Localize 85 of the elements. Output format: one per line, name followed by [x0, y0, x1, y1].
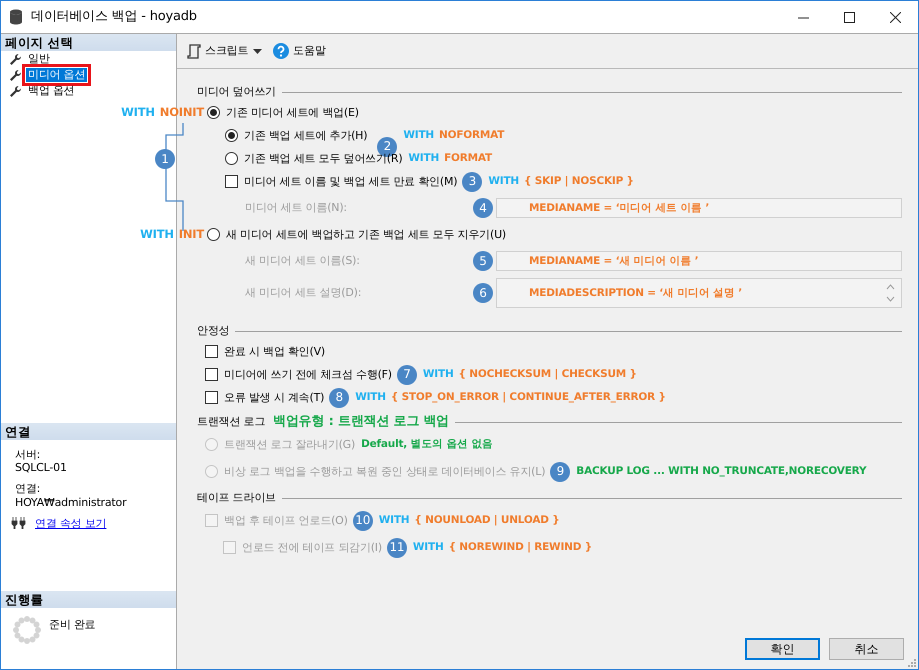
option-label[interactable]: 오류 발생 시 계속(T)	[224, 390, 324, 404]
radio-button[interactable]	[207, 228, 220, 241]
status-text: 준비 완료	[49, 618, 96, 633]
section-title: 미디어 덮어쓰기	[197, 85, 276, 99]
field-label: 새 미디어 세트 설명(D):	[245, 286, 362, 300]
annotation-text: MEDIANAME = ‘미디어 세트 이름 ’	[529, 202, 710, 214]
checkbox[interactable]	[205, 345, 218, 358]
scroll-icon	[187, 44, 201, 58]
annotation-text: WITH	[355, 391, 386, 404]
script-button[interactable]: 스크립트	[187, 44, 248, 58]
option-label[interactable]: 기존 미디어 세트에 백업(E)	[226, 106, 359, 120]
help-icon	[273, 43, 290, 59]
radio-button[interactable]	[225, 152, 238, 165]
page-item[interactable]: 미디어 옵션	[26, 68, 88, 82]
annotation-text: { NOCHECKSUM | CHECKSUM }	[458, 368, 637, 381]
plug-icon	[11, 517, 27, 530]
radio-button[interactable]	[207, 106, 220, 119]
wrench-icon	[9, 84, 22, 98]
annotation-text: WITH	[121, 106, 155, 120]
server-name: SQLCL-01	[15, 461, 68, 474]
section-title: 트랜잭션 로그	[197, 415, 266, 429]
annotation-text: { SKIP | NOSCKIP }	[524, 175, 634, 188]
resize-grip-icon	[908, 659, 916, 667]
option-label[interactable]: 미디어 세트 이름 및 백업 세트 만료 확인(M)	[244, 174, 458, 188]
annotation-text: NOFORMAT	[439, 129, 504, 142]
checkbox[interactable]	[205, 368, 218, 381]
option-label[interactable]: 기존 백업 세트에 추가(H)	[244, 128, 368, 142]
field-label: 미디어 세트 이름(N):	[245, 201, 347, 215]
annotation-text: WITH	[140, 228, 174, 242]
annotation-text: WITH	[488, 175, 519, 188]
wrench-icon	[9, 68, 22, 82]
wrench-icon	[9, 52, 22, 66]
database-icon	[9, 9, 23, 25]
annotation-text: MEDIANAME = ‘새 미디어 이름 ’	[529, 254, 698, 268]
field-label: 연결:	[15, 482, 42, 496]
annotation-text: BACKUP LOG ... WITH NO_TRUNCATE,NORECOVERY	[576, 465, 866, 478]
dialog-button[interactable]: 확인	[745, 638, 820, 660]
maximize-icon	[844, 12, 854, 22]
annotation-text: { STOP_ON_ERROR | CONTINUE_AFTER_ERROR }	[390, 391, 666, 404]
annotation-text: WITH	[403, 129, 434, 142]
callout-number: 4	[473, 198, 493, 218]
annotation-text: WITH	[378, 514, 410, 527]
annotation-text: 백업유형 : 트랜잭션 로그 백업	[273, 414, 450, 430]
checkbox[interactable]	[205, 391, 218, 404]
callout-number: 9	[550, 462, 570, 482]
annotation-text: FORMAT	[444, 152, 492, 165]
annotation-text: MEDIADESCRIPTION = ‘새 미디어 설명 ’	[529, 286, 742, 300]
callout-number: 10	[352, 510, 373, 530]
annotation-text: NOINIT	[160, 106, 204, 120]
callout-number: 7	[396, 364, 417, 384]
annotation-text: WITH	[422, 368, 454, 381]
section-title: 테이프 드라이브	[197, 491, 276, 505]
scroll-arrows-icon	[886, 282, 895, 304]
annotation-text: WITH	[408, 152, 440, 165]
caret-icon[interactable]	[253, 48, 262, 54]
section-title: 안정성	[197, 324, 230, 338]
callout-number: 6	[473, 283, 493, 303]
window-title: 데이터베이스 백업 - hoyadb	[31, 9, 197, 25]
annotation-text: WITH	[412, 541, 444, 554]
connection-properties-link[interactable]: 연결 속성 보기	[35, 516, 106, 530]
annotation-text: INIT	[178, 228, 204, 242]
option-label[interactable]: 새 미디어 세트에 백업하고 기존 백업 세트 모두 지우기(U)	[226, 228, 506, 242]
section-header: 페이지 선택	[1, 34, 176, 51]
callout-number: 8	[329, 388, 350, 408]
section-header: 연결	[1, 423, 176, 440]
field-label: 서버:	[15, 448, 42, 462]
field-label: 새 미디어 세트 이름(S):	[245, 254, 360, 268]
callout-number: 5	[473, 251, 493, 271]
spinner-icon	[13, 616, 41, 644]
page-item[interactable]: 일반	[26, 52, 52, 66]
help-button[interactable]: 도움말	[273, 43, 326, 59]
callout-number: 11	[386, 538, 407, 558]
annotation-text: { NOREWIND | REWIND }	[448, 541, 592, 554]
callout-number: 3	[462, 172, 482, 192]
option-label[interactable]: 완료 시 백업 확인(V)	[224, 344, 325, 358]
page-item[interactable]: 백업 옵션	[26, 84, 76, 98]
annotation-text: { NOUNLOAD | UNLOAD }	[414, 514, 560, 527]
section-header: 진행률	[1, 591, 176, 608]
annotation-text: Default, 별도의 옵션 없음	[361, 438, 494, 451]
user-name: HOYA₩administrator	[15, 496, 128, 509]
option-label[interactable]: 미디어에 쓰기 전에 체크섬 수행(F)	[224, 368, 392, 382]
close-icon	[890, 12, 900, 22]
radio-button[interactable]	[225, 129, 238, 142]
checkbox[interactable]	[225, 175, 238, 188]
dialog-button[interactable]: 취소	[829, 638, 904, 660]
